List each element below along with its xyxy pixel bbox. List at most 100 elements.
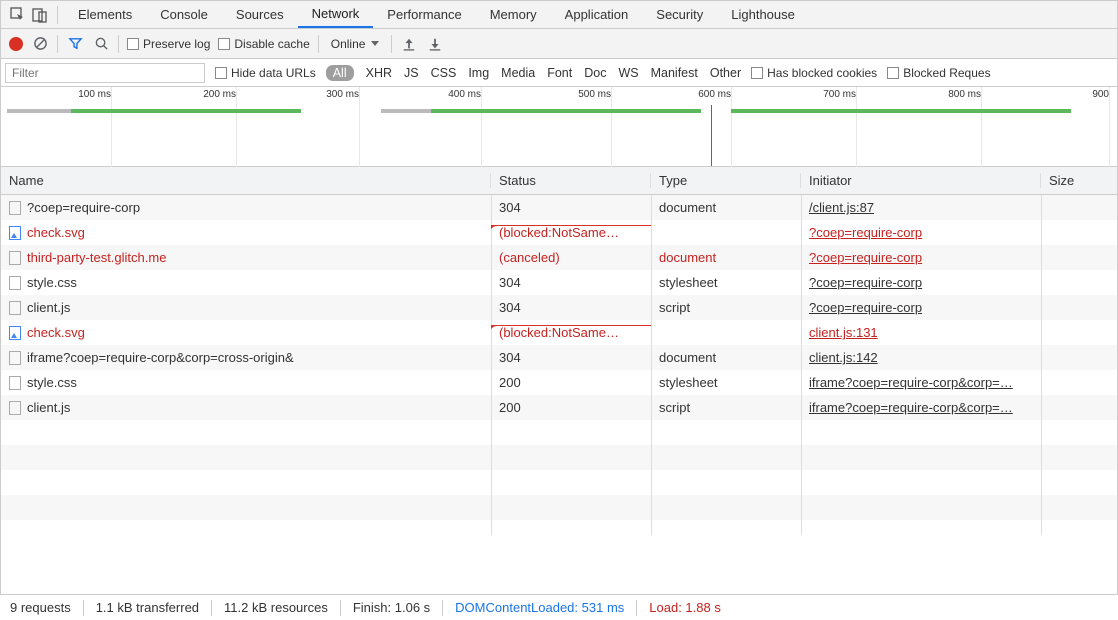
request-status: (blocked:NotSame… — [491, 325, 651, 340]
image-file-icon — [9, 326, 21, 340]
status-finish: Finish: 1.06 s — [353, 600, 430, 615]
throttling-select[interactable]: Online — [327, 37, 384, 51]
tab-lighthouse[interactable]: Lighthouse — [717, 1, 809, 28]
device-toolbar-icon[interactable] — [29, 4, 51, 26]
tab-elements[interactable]: Elements — [64, 1, 146, 28]
table-row[interactable]: third-party-test.glitch.me(canceled)docu… — [1, 245, 1117, 270]
column-size[interactable]: Size — [1041, 173, 1117, 188]
filter-pill-manifest[interactable]: Manifest — [651, 66, 698, 80]
file-icon — [9, 351, 21, 365]
blocked-cookies-checkbox[interactable]: Has blocked cookies — [751, 66, 877, 80]
filter-pill-media[interactable]: Media — [501, 66, 535, 80]
throttling-label: Online — [331, 37, 366, 51]
request-name: client.js — [27, 400, 70, 415]
devtools-tabstrip: ElementsConsoleSourcesNetworkPerformance… — [1, 1, 1117, 29]
blocked-requests-label: Blocked Reques — [903, 66, 990, 80]
preserve-log-checkbox[interactable]: Preserve log — [127, 37, 210, 51]
table-row[interactable]: check.svg(blocked:NotSame…?coep=require-… — [1, 220, 1117, 245]
request-initiator-link[interactable]: iframe?coep=require-corp&corp=… — [809, 375, 1013, 390]
column-initiator[interactable]: Initiator — [801, 173, 1041, 188]
request-initiator-link[interactable]: /client.js:87 — [809, 200, 874, 215]
request-type: document — [651, 250, 801, 265]
filter-pill-ws[interactable]: WS — [618, 66, 638, 80]
filter-input[interactable] — [5, 63, 205, 83]
column-name[interactable]: Name — [1, 173, 491, 188]
request-initiator-link[interactable]: ?coep=require-corp — [809, 275, 922, 290]
filter-pill-font[interactable]: Font — [547, 66, 572, 80]
filter-pill-all[interactable]: All — [326, 65, 354, 81]
checkbox-icon[interactable] — [751, 67, 763, 79]
filter-icon[interactable] — [66, 35, 84, 53]
status-requests: 9 requests — [10, 600, 71, 615]
request-initiator-link[interactable]: iframe?coep=require-corp&corp=… — [809, 400, 1013, 415]
request-initiator-link[interactable]: ?coep=require-corp — [809, 250, 922, 265]
filter-pill-other[interactable]: Other — [710, 66, 741, 80]
record-button[interactable] — [9, 37, 23, 51]
tab-sources[interactable]: Sources — [222, 1, 298, 28]
checkbox-icon[interactable] — [887, 67, 899, 79]
overview-tick: 100 ms — [78, 89, 111, 100]
overview-dcl-marker — [711, 105, 712, 166]
request-status: 200 — [491, 375, 651, 390]
request-status: (blocked:NotSame… — [491, 225, 651, 240]
request-initiator-link[interactable]: client.js:131 — [809, 325, 878, 340]
inspect-element-icon[interactable] — [7, 4, 29, 26]
filter-bar: Hide data URLs All XHR JS CSS Img Media Font Do… — [1, 59, 1117, 87]
request-status: 200 — [491, 400, 651, 415]
blocked-requests-checkbox[interactable]: Blocked Reques — [887, 66, 990, 80]
request-status: 304 — [491, 350, 651, 365]
file-icon — [9, 301, 21, 315]
tab-application[interactable]: Application — [551, 1, 643, 28]
checkbox-icon[interactable] — [127, 38, 139, 50]
requests-table: ?coep=require-corp 304 document/client.js:… — [1, 195, 1117, 535]
table-row[interactable]: style.css200stylesheetiframe?coep=requir… — [1, 370, 1117, 395]
filter-pill-js[interactable]: JS — [404, 66, 419, 80]
overview-bar — [381, 109, 431, 113]
upload-har-icon[interactable] — [400, 35, 418, 53]
checkbox-icon[interactable] — [215, 67, 227, 79]
request-type: script — [651, 300, 801, 315]
search-icon[interactable] — [92, 35, 110, 53]
table-row[interactable]: style.css304stylesheet?coep=require-corp — [1, 270, 1117, 295]
clear-icon[interactable] — [31, 35, 49, 53]
hide-data-urls-label: Hide data URLs — [231, 66, 316, 80]
status-transferred: 1.1 kB transferred — [96, 600, 199, 615]
filter-pill-img[interactable]: Img — [468, 66, 489, 80]
request-name: third-party-test.glitch.me — [27, 250, 166, 265]
table-header: Name Status Type Initiator Size — [1, 167, 1117, 195]
download-har-icon[interactable] — [426, 35, 444, 53]
overview-bar — [431, 109, 701, 113]
status-bar: 9 requests 1.1 kB transferred 11.2 kB re… — [0, 594, 1118, 620]
table-row[interactable]: client.js200scriptiframe?coep=require-co… — [1, 395, 1117, 420]
tab-console[interactable]: Console — [146, 1, 222, 28]
separator — [57, 35, 58, 53]
request-name: style.css — [27, 375, 77, 390]
table-row[interactable]: client.js304script?coep=require-corp — [1, 295, 1117, 320]
filter-pill-css[interactable]: CSS — [431, 66, 457, 80]
table-row[interactable]: iframe?coep=require-corp&corp=cross-orig… — [1, 345, 1117, 370]
highlight-ring — [491, 225, 651, 240]
column-type[interactable]: Type — [651, 173, 801, 188]
table-row[interactable]: check.svg(blocked:NotSame…client.js:131 — [1, 320, 1117, 345]
checkbox-icon[interactable] — [218, 38, 230, 50]
request-initiator-link[interactable]: ?coep=require-corp — [809, 225, 922, 240]
column-status[interactable]: Status — [491, 173, 651, 188]
hide-data-urls-checkbox[interactable]: Hide data URLs — [215, 66, 316, 80]
request-initiator-link[interactable]: client.js:142 — [809, 350, 878, 365]
separator — [118, 35, 119, 53]
filter-pill-xhr[interactable]: XHR — [366, 66, 392, 80]
tab-security[interactable]: Security — [642, 1, 717, 28]
table-row[interactable]: ?coep=require-corp304document/client.js:… — [1, 195, 1117, 220]
tab-memory[interactable]: Memory — [476, 1, 551, 28]
overview-tick: 900 — [1092, 89, 1109, 100]
overview-tick: 500 ms — [578, 89, 611, 100]
request-status: 304 — [491, 200, 651, 215]
file-icon — [9, 276, 21, 290]
overview-bar — [71, 109, 301, 113]
filter-pill-doc[interactable]: Doc — [584, 66, 606, 80]
request-initiator-link[interactable]: ?coep=require-corp — [809, 300, 922, 315]
disable-cache-checkbox[interactable]: Disable cache — [218, 37, 309, 51]
timeline-overview[interactable]: 100 ms200 ms300 ms400 ms500 ms600 ms700 … — [1, 87, 1117, 167]
tab-performance[interactable]: Performance — [373, 1, 475, 28]
tab-network[interactable]: Network — [298, 1, 374, 28]
